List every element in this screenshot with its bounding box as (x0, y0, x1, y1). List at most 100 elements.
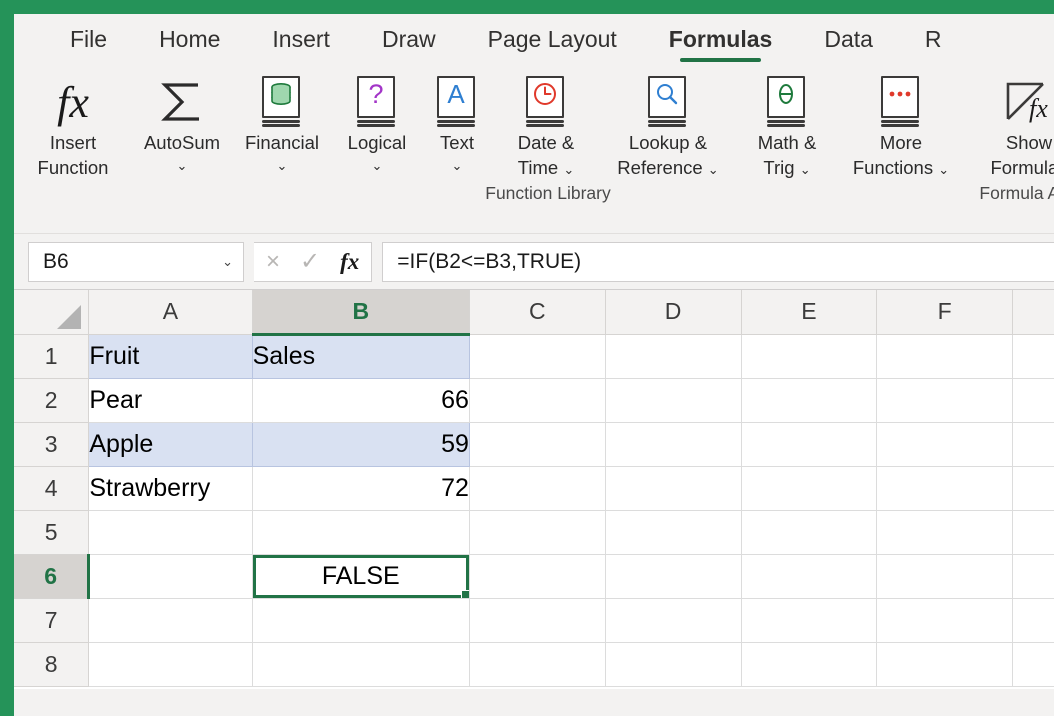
column-header-e[interactable]: E (741, 290, 878, 335)
cell-c8[interactable] (469, 642, 606, 687)
cell-a6[interactable] (88, 554, 253, 599)
cell-c4[interactable] (469, 466, 606, 511)
cell-a1[interactable]: Fruit (88, 334, 253, 379)
cell-d5[interactable] (605, 510, 742, 555)
tab-draw[interactable]: Draw (356, 14, 462, 68)
cell-d1[interactable] (605, 334, 742, 379)
name-box-chevron-down-icon[interactable]: ⌄ (222, 254, 233, 270)
cell-d8[interactable] (605, 642, 742, 687)
select-all-button[interactable] (14, 290, 90, 335)
cell-d6[interactable] (605, 554, 742, 599)
cell-g8[interactable] (1012, 642, 1054, 687)
cell-a8[interactable] (88, 642, 253, 687)
cell-f5[interactable] (876, 510, 1013, 555)
text-chevron-down-icon[interactable]: ⌄ (452, 155, 463, 177)
cell-a3[interactable]: Apple (88, 422, 253, 467)
cell-c6[interactable] (469, 554, 606, 599)
lookup-and-reference-chevron-down-icon[interactable]: ⌄ (708, 162, 719, 177)
cell-e3[interactable] (741, 422, 878, 467)
logical-button[interactable]: ? Logical ⌄ (332, 68, 422, 177)
cell-e6[interactable] (741, 554, 878, 599)
cell-f2[interactable] (876, 378, 1013, 423)
autosum-button[interactable]: AutoSum ⌄ (132, 68, 232, 177)
cell-e4[interactable] (741, 466, 878, 511)
row-header-8[interactable]: 8 (14, 642, 90, 687)
fill-handle[interactable] (460, 589, 469, 597)
lookup-and-reference-button[interactable]: Lookup & Reference ⌄ (600, 68, 736, 181)
financial-chevron-down-icon[interactable]: ⌄ (277, 155, 288, 177)
cell-b4[interactable]: 72 (252, 466, 470, 511)
cell-c7[interactable] (469, 598, 606, 643)
tab-data[interactable]: Data (798, 14, 899, 68)
cell-d3[interactable] (605, 422, 742, 467)
formula-input[interactable]: =IF(B2<=B3,TRUE) (382, 241, 1054, 282)
cell-f3[interactable] (876, 422, 1013, 467)
cell-f6[interactable] (876, 554, 1013, 599)
date-and-time-chevron-down-icon[interactable]: ⌄ (563, 162, 574, 177)
logical-chevron-down-icon[interactable]: ⌄ (372, 155, 383, 177)
cell-d2[interactable] (605, 378, 742, 423)
column-header-a[interactable]: A (88, 290, 253, 335)
column-header-g[interactable] (1012, 290, 1054, 335)
math-and-trig-chevron-down-icon[interactable]: ⌄ (800, 162, 811, 177)
cell-a7[interactable] (88, 598, 253, 643)
autosum-chevron-down-icon[interactable]: ⌄ (177, 155, 188, 177)
name-box[interactable]: B6 ⌄ (28, 241, 244, 282)
row-header-2[interactable]: 2 (14, 378, 90, 423)
more-functions-chevron-down-icon[interactable]: ⌄ (938, 162, 949, 177)
column-header-d[interactable]: D (605, 290, 742, 335)
tab-page-layout[interactable]: Page Layout (462, 14, 643, 68)
cell-a5[interactable] (88, 510, 253, 555)
row-header-7[interactable]: 7 (14, 598, 90, 643)
cell-g4[interactable] (1012, 466, 1054, 511)
tab-formulas[interactable]: Formulas (643, 14, 799, 68)
cell-b6[interactable]: FALSE (252, 554, 470, 599)
row-header-5[interactable]: 5 (14, 510, 90, 555)
column-header-f[interactable]: F (876, 290, 1013, 335)
cell-c1[interactable] (469, 334, 606, 379)
more-functions-button[interactable]: More Functions ⌄ (838, 68, 964, 181)
cell-g3[interactable] (1012, 422, 1054, 467)
cell-e2[interactable] (741, 378, 878, 423)
insert-function-icon[interactable]: fx (340, 250, 359, 273)
cell-f8[interactable] (876, 642, 1013, 687)
tab-insert[interactable]: Insert (246, 14, 356, 68)
row-header-6[interactable]: 6 (14, 554, 91, 599)
cell-g6[interactable] (1012, 554, 1054, 599)
tab-review[interactable]: R (899, 14, 968, 68)
cell-c5[interactable] (469, 510, 606, 555)
row-header-4[interactable]: 4 (14, 466, 90, 511)
cell-f7[interactable] (876, 598, 1013, 643)
row-header-1[interactable]: 1 (14, 334, 90, 379)
cell-g5[interactable] (1012, 510, 1054, 555)
column-header-b[interactable]: B (252, 290, 470, 336)
math-and-trig-button[interactable]: Math & Trig ⌄ (736, 68, 838, 181)
cell-e1[interactable] (741, 334, 878, 379)
cell-e5[interactable] (741, 510, 878, 555)
show-formulas-button[interactable]: fx Show Formulas (964, 68, 1054, 180)
cell-a4[interactable]: Strawberry (88, 466, 253, 511)
enter-icon[interactable]: ✓ (300, 249, 320, 274)
cell-a2[interactable]: Pear (88, 378, 253, 423)
cell-g7[interactable] (1012, 598, 1054, 643)
cell-e7[interactable] (741, 598, 878, 643)
cell-f1[interactable] (876, 334, 1013, 379)
cell-b3[interactable]: 59 (252, 422, 470, 467)
cell-b7[interactable] (252, 598, 470, 643)
text-button[interactable]: A Text ⌄ (422, 68, 492, 177)
cell-b1[interactable]: Sales (252, 334, 470, 379)
cell-g2[interactable] (1012, 378, 1054, 423)
cell-c3[interactable] (469, 422, 606, 467)
cell-f4[interactable] (876, 466, 1013, 511)
cancel-icon[interactable]: × (266, 249, 280, 274)
tab-home[interactable]: Home (133, 14, 246, 68)
column-header-c[interactable]: C (469, 290, 606, 335)
row-header-3[interactable]: 3 (14, 422, 90, 467)
cell-e8[interactable] (741, 642, 878, 687)
cell-b2[interactable]: 66 (252, 378, 470, 423)
financial-button[interactable]: Financial ⌄ (232, 68, 332, 177)
tab-file[interactable]: File (44, 14, 133, 68)
cell-d7[interactable] (605, 598, 742, 643)
cell-g1[interactable] (1012, 334, 1054, 379)
insert-function-button[interactable]: fx Insert Function (14, 68, 132, 180)
